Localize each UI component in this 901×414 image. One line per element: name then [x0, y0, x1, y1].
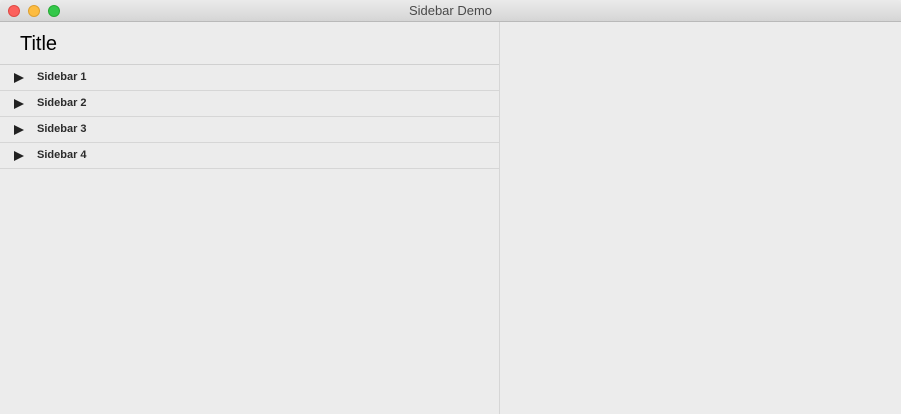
sidebar-item-1[interactable]: Sidebar 1	[0, 65, 499, 91]
detail-pane	[501, 22, 901, 414]
sidebar-title: Title	[0, 22, 499, 65]
sidebar-item-label: Sidebar 2	[37, 97, 87, 109]
disclosure-triangle-icon[interactable]	[14, 99, 24, 109]
window-title: Sidebar Demo	[408, 3, 493, 18]
sidebar-item-label: Sidebar 4	[37, 149, 87, 161]
sidebar-item-4[interactable]: Sidebar 4	[0, 143, 499, 169]
title-bar[interactable]: Sidebar Demo	[0, 0, 901, 22]
sidebar: Title Sidebar 1 Sidebar 2 Sidebar 3 Side…	[0, 22, 500, 414]
sidebar-item-label: Sidebar 1	[37, 71, 87, 83]
disclosure-triangle-icon[interactable]	[14, 125, 24, 135]
sidebar-item-label: Sidebar 3	[37, 123, 87, 135]
sidebar-item-3[interactable]: Sidebar 3	[0, 117, 499, 143]
disclosure-triangle-icon[interactable]	[14, 151, 24, 161]
app-window: Sidebar Demo Title Sidebar 1 Sidebar 2 S…	[0, 0, 901, 414]
sidebar-item-2[interactable]: Sidebar 2	[0, 91, 499, 117]
disclosure-triangle-icon[interactable]	[14, 73, 24, 83]
